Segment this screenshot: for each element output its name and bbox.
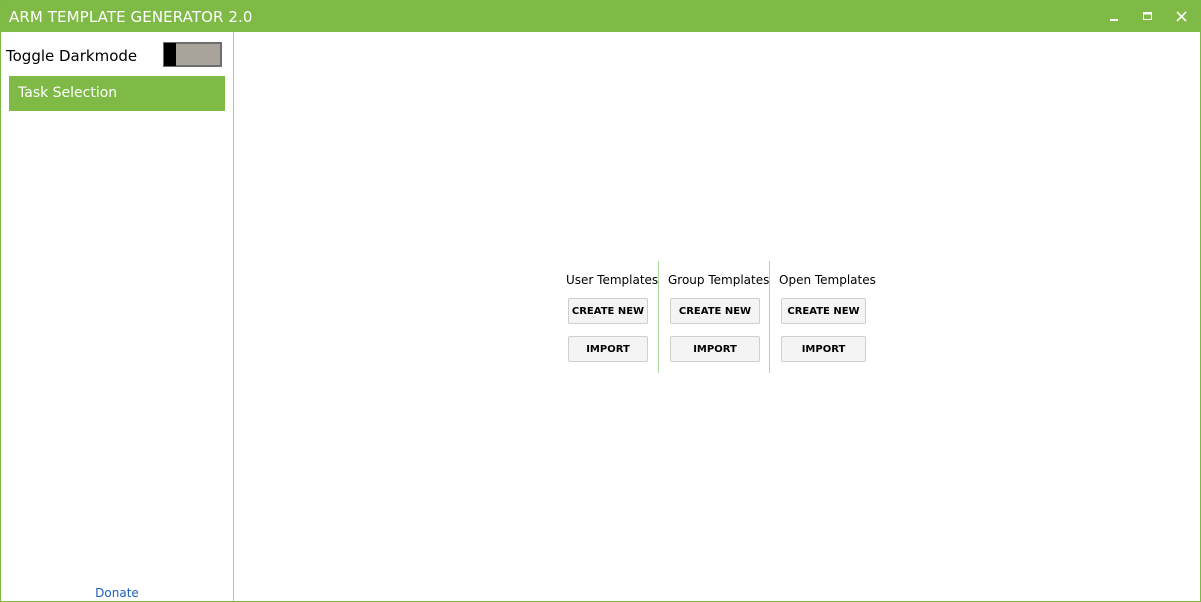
minimize-icon bbox=[1110, 18, 1118, 21]
group-divider bbox=[658, 261, 659, 373]
maximize-button[interactable] bbox=[1131, 1, 1165, 32]
sidebar-item-label: Task Selection bbox=[18, 85, 118, 101]
group-create-new-button[interactable]: CREATE NEW bbox=[670, 298, 760, 324]
user-templates-label: User Templates bbox=[566, 273, 659, 287]
app-window: ARM TEMPLATE GENERATOR 2.0 Toggle Darkmo… bbox=[0, 0, 1201, 602]
user-create-new-button[interactable]: CREATE NEW bbox=[568, 298, 648, 324]
close-button[interactable] bbox=[1164, 1, 1198, 32]
sidebar-item-task-selection[interactable]: Task Selection bbox=[9, 76, 225, 111]
user-import-button[interactable]: IMPORT bbox=[568, 336, 648, 362]
group-divider bbox=[769, 261, 770, 373]
open-templates-label: Open Templates bbox=[779, 273, 876, 287]
darkmode-toggle-label: Toggle Darkmode bbox=[6, 47, 138, 65]
maximize-icon bbox=[1143, 11, 1152, 20]
open-import-button[interactable]: IMPORT bbox=[781, 336, 866, 362]
toggle-thumb bbox=[164, 43, 176, 66]
darkmode-toggle[interactable] bbox=[163, 42, 222, 67]
sidebar: Toggle Darkmode Task Selection Donate bbox=[1, 32, 234, 601]
main-panel: User Templates CREATE NEW IMPORT Group T… bbox=[234, 32, 1200, 601]
open-templates-group: Open Templates CREATE NEW IMPORT bbox=[779, 261, 876, 373]
close-icon bbox=[1175, 11, 1187, 22]
donate-link[interactable]: Donate bbox=[1, 586, 233, 600]
user-templates-group: User Templates CREATE NEW IMPORT bbox=[566, 261, 659, 373]
minimize-button[interactable] bbox=[1098, 1, 1132, 32]
window-title: ARM TEMPLATE GENERATOR 2.0 bbox=[9, 8, 253, 26]
open-create-new-button[interactable]: CREATE NEW bbox=[781, 298, 866, 324]
group-import-button[interactable]: IMPORT bbox=[670, 336, 760, 362]
group-templates-group: Group Templates CREATE NEW IMPORT bbox=[668, 261, 770, 373]
title-bar[interactable]: ARM TEMPLATE GENERATOR 2.0 bbox=[1, 1, 1200, 32]
group-templates-label: Group Templates bbox=[668, 273, 770, 287]
